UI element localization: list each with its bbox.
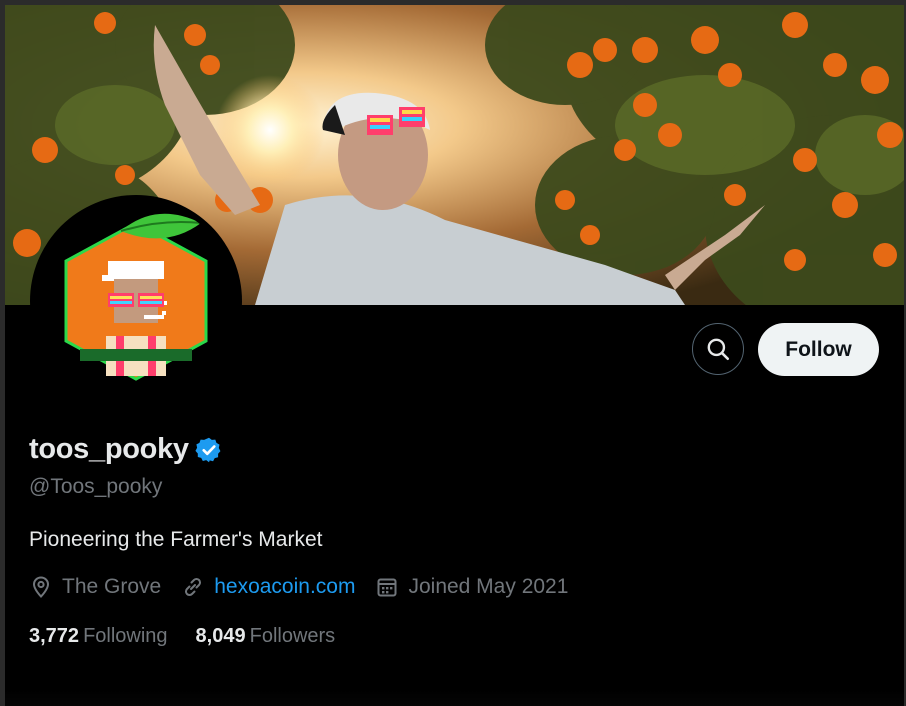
search-icon (707, 338, 730, 361)
follow-button[interactable]: Follow (758, 323, 879, 376)
website-item: hexoacoin.com (181, 575, 355, 599)
link-icon (185, 577, 202, 597)
followers-link[interactable]: 8,049 Followers (196, 625, 336, 648)
following-count: 3,772 (29, 625, 80, 647)
location-pin-icon (32, 576, 50, 598)
username-handle: @Toos_pooky (29, 475, 163, 498)
profile-meta: The Grove hexoacoin.com Joined May 2021 (29, 575, 588, 599)
name-row: toos_pooky (29, 433, 223, 466)
joined-item: Joined May 2021 (375, 575, 568, 599)
profile-page: Follow toos_pooky @Toos_pooky Pioneering… (5, 5, 904, 706)
follow-stats: 3,772 Following 8,049 Followers (29, 625, 363, 648)
followers-count: 8,049 (195, 625, 246, 647)
location-item: The Grove (29, 575, 161, 599)
profile-bio: Pioneering the Farmer's Market (29, 528, 323, 551)
verified-badge-icon[interactable] (195, 436, 223, 464)
calendar-icon (377, 578, 397, 597)
avatar[interactable] (36, 201, 236, 401)
website-link[interactable]: hexoacoin.com (214, 575, 355, 599)
followers-label: Followers (249, 625, 336, 647)
display-name: toos_pooky (29, 433, 189, 465)
bottom-fade (5, 690, 904, 706)
following-link[interactable]: 3,772 Following (29, 625, 168, 648)
search-profile-button[interactable] (692, 323, 744, 375)
following-label: Following (83, 625, 168, 647)
avatar-image (36, 201, 236, 401)
location-text: The Grove (62, 575, 162, 598)
joined-text: Joined May 2021 (408, 575, 569, 598)
